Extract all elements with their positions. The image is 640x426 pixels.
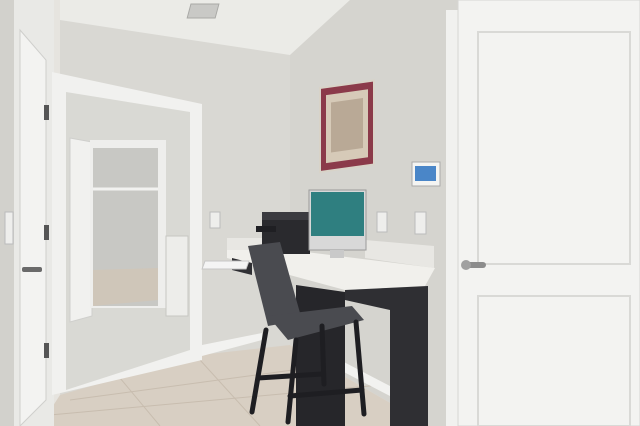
printer-top — [262, 212, 310, 220]
left-door-hinge-top — [44, 105, 49, 120]
framed-art-print — [331, 97, 363, 153]
washer-dryer — [165, 235, 189, 317]
keyboard[interactable] — [201, 260, 250, 270]
inner-door[interactable] — [69, 137, 93, 323]
thermostat-screen — [415, 166, 436, 181]
monitor-screen — [311, 192, 364, 236]
wall-outlet-2[interactable] — [414, 211, 427, 235]
left-door[interactable] — [19, 28, 47, 426]
closet-floor — [93, 268, 158, 306]
left-door-hinge-middle — [44, 225, 49, 240]
printer-tray — [256, 226, 276, 232]
left-door-hinge-bottom — [44, 343, 49, 358]
wall-outlet-1[interactable] — [376, 211, 388, 233]
light-switch-left[interactable] — [4, 211, 14, 245]
left-door-handle[interactable] — [22, 267, 42, 272]
light-switch-hall[interactable] — [209, 211, 221, 229]
right-door-knob-rose — [461, 260, 471, 270]
ceiling-vent — [186, 3, 220, 19]
desk-panel-side — [296, 285, 345, 426]
monitor-stand — [330, 250, 344, 258]
right-door[interactable] — [457, 0, 640, 426]
room-photo — [0, 0, 640, 426]
